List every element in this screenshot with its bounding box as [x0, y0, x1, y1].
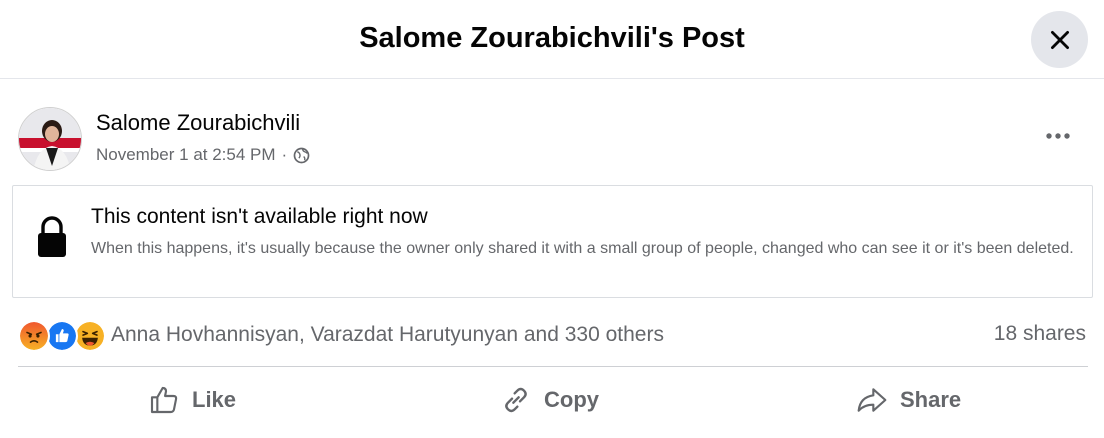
dialog-header: Salome Zourabichvili's Post: [0, 0, 1104, 78]
haha-reaction-icon: [74, 320, 106, 352]
lock-icon: [38, 216, 66, 257]
post-timestamp[interactable]: November 1 at 2:54 PM: [96, 145, 276, 165]
unavailable-title: This content isn't available right now: [91, 205, 428, 228]
link-icon: [505, 387, 527, 413]
globe-icon[interactable]: [293, 147, 310, 164]
close-icon: [1050, 30, 1069, 49]
more-horizontal-icon: [1046, 133, 1070, 139]
meta-separator: ·: [281, 145, 288, 164]
header-divider: [0, 78, 1104, 79]
share-icon: [857, 388, 887, 412]
actions-divider: [18, 366, 1088, 367]
share-label: Share: [900, 387, 962, 412]
like-icon: [150, 386, 178, 414]
share-button[interactable]: Share: [856, 378, 961, 422]
content-unavailable-notice: This content isn't available right now W…: [12, 185, 1093, 298]
unavailable-description: When this happens, it's usually because …: [91, 240, 1074, 257]
reaction-icons[interactable]: [18, 320, 106, 352]
post-meta: November 1 at 2:54 PM ·: [96, 145, 310, 165]
close-button[interactable]: [1031, 11, 1088, 68]
dialog-title: Salome Zourabichvili's Post: [359, 22, 745, 54]
angry-reaction-icon: [18, 320, 50, 352]
like-button[interactable]: Like: [148, 378, 236, 422]
author-name[interactable]: Salome Zourabichvili: [96, 110, 300, 136]
like-reaction-icon: [46, 320, 78, 352]
reaction-names[interactable]: Anna Hovhannisyan, Varazdat Harutyunyan …: [111, 323, 664, 347]
reactions-summary: Anna Hovhannisyan, Varazdat Harutyunyan …: [18, 318, 1092, 354]
shares-count[interactable]: 18 shares: [994, 322, 1086, 346]
like-label: Like: [192, 387, 237, 412]
copy-button[interactable]: Copy: [500, 378, 599, 422]
copy-label: Copy: [544, 387, 599, 412]
author-avatar[interactable]: [18, 107, 82, 171]
more-options-button[interactable]: [1034, 118, 1082, 154]
